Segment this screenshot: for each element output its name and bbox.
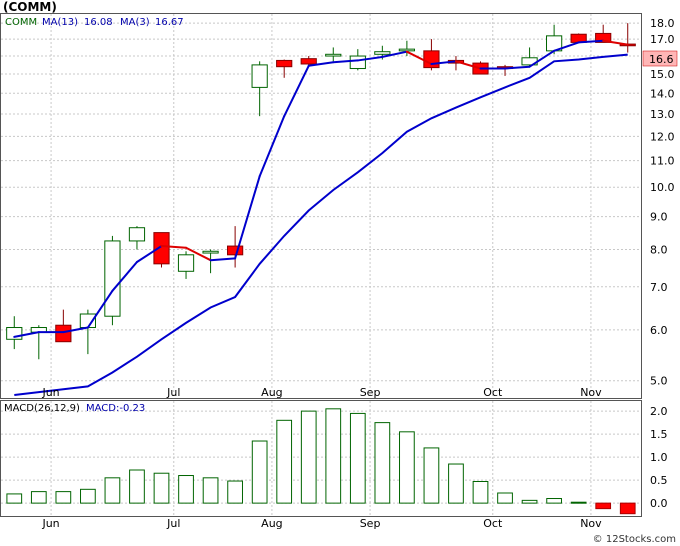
candle-body xyxy=(300,58,317,65)
macd-bar xyxy=(349,412,366,504)
ma3-segment xyxy=(234,175,261,260)
macd-bar xyxy=(104,477,121,504)
macd-bar xyxy=(619,502,636,515)
price-x-tick-label: Aug xyxy=(261,386,282,399)
macd-bar xyxy=(129,469,145,504)
macd-bar xyxy=(6,493,23,504)
price-x-tick-label: Oct xyxy=(483,386,503,399)
macd-tick-label: 2.0 xyxy=(650,405,668,418)
chart-title: (COMM) xyxy=(3,0,57,14)
macd-bar xyxy=(423,447,440,504)
watermark: © 12Stocks.com xyxy=(593,534,676,545)
macd-bar xyxy=(325,408,342,504)
stock-chart: 5.0 6.0 7.0 8.0 9.0 10.0 11.0 12.0 13.0 14.0 15.0 1… xyxy=(0,0,678,545)
macd-bar xyxy=(80,488,96,504)
candle-body xyxy=(374,51,391,55)
price-tick-label: 14.0 xyxy=(650,87,675,100)
price-x-tick-label: Nov xyxy=(580,386,602,399)
macd-x-tick-label: Nov xyxy=(580,517,602,530)
candle-body xyxy=(55,324,72,343)
macd-bar xyxy=(497,492,513,504)
macd-tick-label: 1.5 xyxy=(650,428,668,441)
macd-grid xyxy=(1,401,641,516)
macd-bar xyxy=(55,491,72,504)
price-tick-label: 12.0 xyxy=(650,130,675,143)
price-tick-label: 15.0 xyxy=(650,68,675,81)
macd-panel-frame xyxy=(0,400,642,517)
ma3-segment xyxy=(283,64,310,118)
price-tick-label: 7.0 xyxy=(650,281,668,294)
price-grid xyxy=(1,14,641,398)
candle-body xyxy=(153,232,170,265)
price-tick-label: 18.0 xyxy=(650,17,675,30)
moving-averages xyxy=(13,39,629,396)
legend-ma13-label: MA(13) xyxy=(42,17,78,28)
macd-x-tick-label: Aug xyxy=(261,517,282,530)
macd-bar xyxy=(276,419,293,504)
macd-bar xyxy=(300,410,317,504)
candle-body xyxy=(251,64,268,88)
macd-bar xyxy=(448,463,464,504)
macd-bar xyxy=(399,431,415,504)
macd-x-tick-label: Sep xyxy=(360,517,381,530)
price-legend: COMM MA(13) 16.08 MA(3) 16.67 xyxy=(5,17,184,28)
price-x-tick-label: Sep xyxy=(360,386,381,399)
macd-tick-label: 0.0 xyxy=(650,497,668,510)
macd-tick-label: 0.5 xyxy=(650,474,668,487)
candle-body xyxy=(325,53,342,57)
price-tick-label: 6.0 xyxy=(650,324,668,337)
macd-bar xyxy=(570,501,587,504)
candle-body xyxy=(104,240,121,317)
legend-ma3-label: MA(3) xyxy=(120,17,150,28)
macd-legend-label: MACD(26,12,9) xyxy=(4,403,80,414)
candle-body xyxy=(423,50,440,69)
macd-bar xyxy=(153,472,170,504)
last-price-tag: 16.6 xyxy=(642,50,678,67)
macd-x-tick-label: Jul xyxy=(166,517,180,530)
price-x-tick-label: Jul xyxy=(166,386,180,399)
macd-bar xyxy=(472,481,489,504)
macd-x-tick-label: Jun xyxy=(41,517,59,530)
price-tick-label: 5.0 xyxy=(650,375,668,388)
legend-ma3-value: 16.67 xyxy=(155,17,184,28)
ma13-line xyxy=(14,53,628,396)
candle-body xyxy=(276,59,293,68)
legend-ma13-value: 16.08 xyxy=(84,17,113,28)
macd-bar xyxy=(251,440,268,504)
macd-bar xyxy=(374,422,391,504)
macd-bar xyxy=(227,480,243,504)
ma3-segment xyxy=(209,257,237,262)
macd-legend-value: MACD:-0.23 xyxy=(86,403,145,414)
candle-body xyxy=(398,48,415,52)
macd-bar xyxy=(546,498,562,504)
candle-body xyxy=(227,245,244,256)
macd-bar xyxy=(30,491,47,504)
price-tick-label: 11.0 xyxy=(650,155,675,168)
macd-bar xyxy=(178,475,194,504)
price-tick-label: 17.0 xyxy=(650,33,675,46)
last-price-tag-text: 16.6 xyxy=(649,53,674,66)
candle-body xyxy=(177,254,195,272)
macd-bars xyxy=(6,408,636,515)
macd-bar xyxy=(595,502,612,510)
candle-body xyxy=(128,227,146,242)
candle-body xyxy=(202,250,219,254)
macd-legend: MACD(26,12,9) MACD:-0.23 xyxy=(4,403,145,414)
price-x-tick-label: Jun xyxy=(41,386,59,399)
price-tick-label: 8.0 xyxy=(650,244,668,257)
macd-x-tick-label: Oct xyxy=(483,517,503,530)
macd-tick-label: 1.0 xyxy=(650,451,668,464)
price-panel-frame xyxy=(0,13,642,399)
candle-body xyxy=(349,55,366,70)
price-tick-label: 9.0 xyxy=(650,211,668,224)
macd-bar xyxy=(202,477,219,504)
macd-bar xyxy=(521,499,538,504)
legend-symbol: COMM xyxy=(5,17,37,28)
price-tick-label: 10.0 xyxy=(650,181,675,194)
price-tick-label: 13.0 xyxy=(650,108,675,121)
